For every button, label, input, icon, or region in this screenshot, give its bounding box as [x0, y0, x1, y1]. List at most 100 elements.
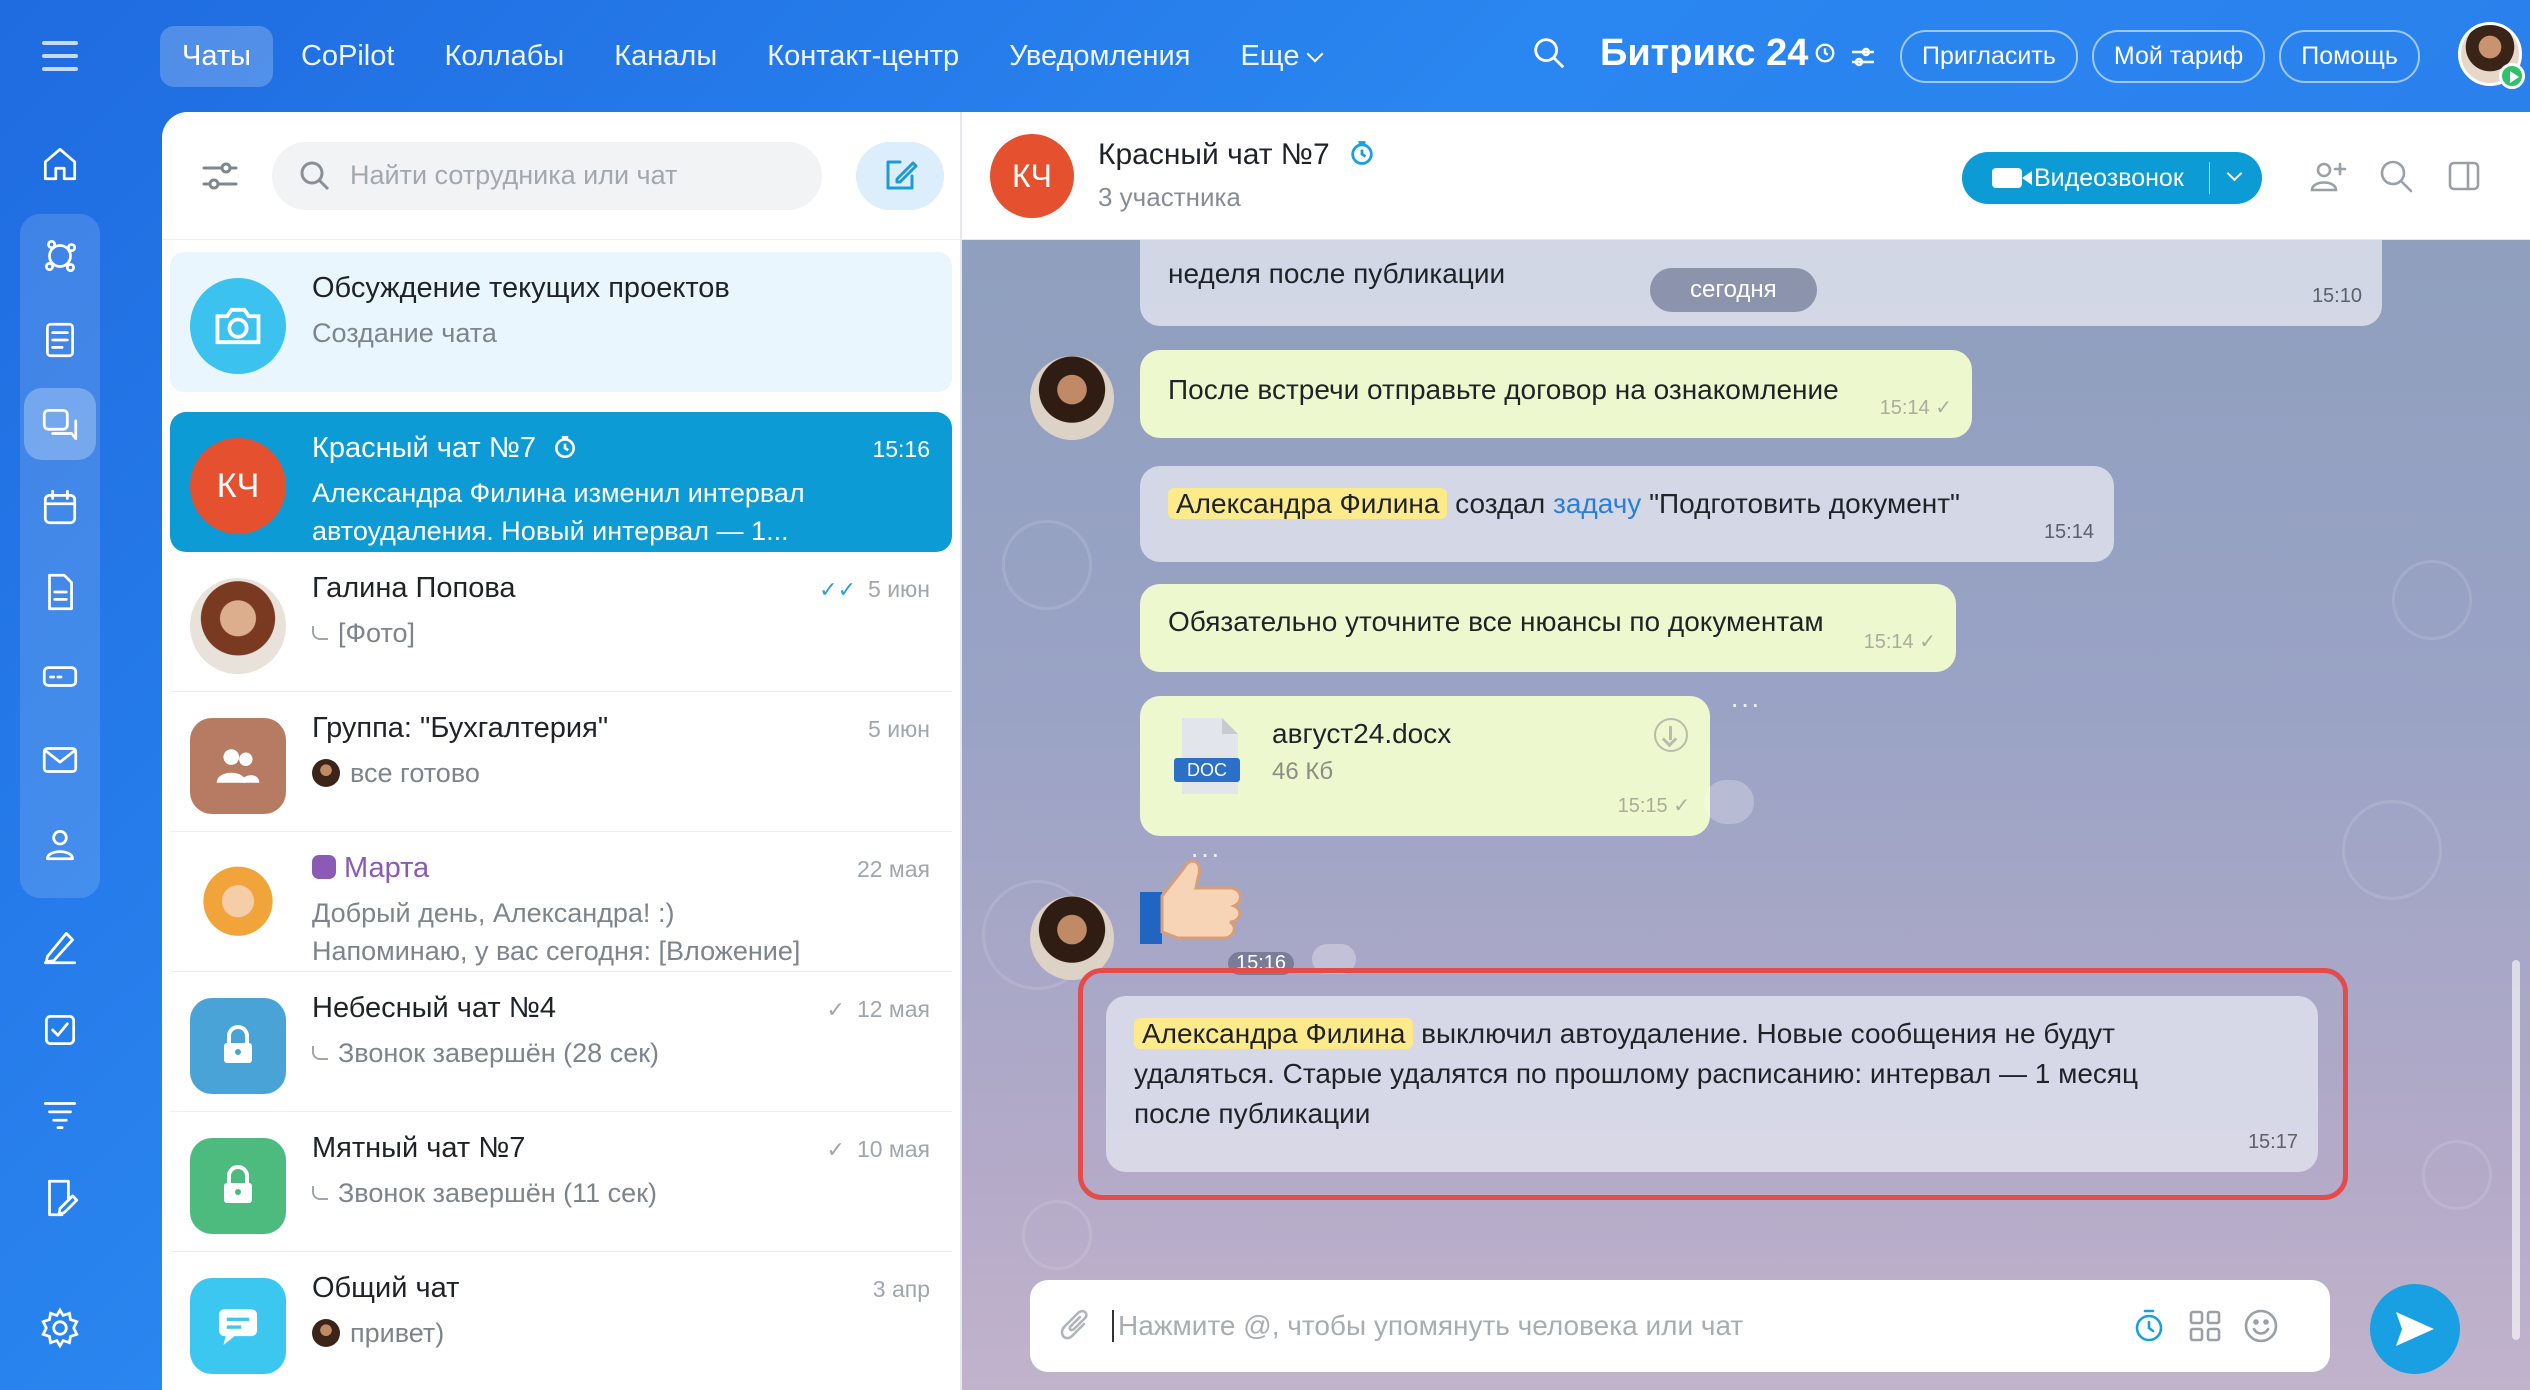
chat-time: 22 мая: [856, 856, 930, 882]
docs-icon[interactable]: [24, 556, 96, 628]
chat-preview: Александра Филина изменил интервал автоу…: [312, 474, 805, 550]
grid-icon[interactable]: [2186, 1307, 2224, 1345]
task-link[interactable]: задачу: [1553, 488, 1641, 519]
filter-icon[interactable]: [198, 154, 242, 198]
tab-more[interactable]: Еще: [1218, 26, 1343, 87]
list-item[interactable]: КЧ Красный чат №7 15:16 Александра Филин…: [170, 412, 952, 552]
system-message[interactable]: Александра Филина создал задачу "Подгото…: [1140, 466, 2114, 562]
document-icon: DOC: [1174, 718, 1240, 794]
main-panel: Обсуждение текущих проектов Создание чат…: [162, 112, 2530, 1390]
scrollbar[interactable]: [2512, 960, 2520, 1340]
list-item[interactable]: Небесный чат №4 ✓ 12 мая Звонок завершён …: [170, 972, 952, 1112]
camera-icon: [190, 278, 286, 374]
chat-preview-line: автоудаления. Новый интервал — 1...: [312, 516, 789, 546]
list-item[interactable]: Обсуждение текущих проектов Создание чат…: [170, 252, 952, 392]
avatar: [312, 758, 340, 787]
paperclip-icon[interactable]: [1056, 1308, 1092, 1344]
list-item[interactable]: Марта 22 мая Добрый день, Александра! :)…: [170, 832, 952, 972]
list-item[interactable]: Мятный чат №7 ✓ 10 мая Звонок завершён (1…: [170, 1112, 952, 1252]
tab-copilot[interactable]: CoPilot: [279, 26, 417, 87]
video-camera-icon: [1992, 168, 2032, 188]
tab-notifications[interactable]: Уведомления: [987, 26, 1212, 87]
compose-button[interactable]: [856, 141, 944, 210]
invite-button[interactable]: Пригласить: [1900, 30, 2078, 83]
chevron-down-icon[interactable]: [2226, 165, 2243, 182]
tab-channels[interactable]: Каналы: [592, 26, 739, 87]
tab-contact-center[interactable]: Контакт-центр: [745, 26, 981, 87]
tune-icon[interactable]: [1848, 39, 1878, 69]
list-item[interactable]: Галина Попова ✓✓ 5 июн [Фото]: [170, 552, 952, 692]
download-icon[interactable]: [1654, 718, 1688, 752]
ai-icon[interactable]: [24, 220, 96, 292]
search-input[interactable]: [350, 160, 790, 191]
file-size: 46 Кб: [1272, 758, 1334, 785]
more-icon[interactable]: ···: [1730, 688, 1761, 720]
mail-icon[interactable]: [24, 724, 96, 796]
tab-chats[interactable]: Чаты: [160, 25, 273, 87]
video-call-button[interactable]: Видеозвонок: [1962, 152, 2262, 204]
feed-icon[interactable]: [24, 304, 96, 376]
message-bubble[interactable]: После встречи отправьте договор на ознак…: [1140, 350, 1972, 438]
chat-icon[interactable]: [24, 388, 96, 460]
check-icon: ✓: [826, 1137, 845, 1162]
reply-icon: [312, 1046, 328, 1060]
chat-time: ✓ 12 мая: [827, 996, 930, 1023]
chat-bubble-icon: [190, 1278, 286, 1374]
list-item[interactable]: Группа: "Бухгалтерия" 5 июн все готово: [170, 692, 952, 832]
form-icon[interactable]: [24, 1162, 96, 1234]
settings-icon[interactable]: [24, 1292, 96, 1364]
list-item[interactable]: Общий чат 3 апр привет): [170, 1252, 952, 1390]
search-icon[interactable]: [1530, 34, 1574, 78]
reply-icon: [312, 1186, 328, 1200]
timer-icon[interactable]: [2130, 1307, 2168, 1345]
chat-preview: [Фото]: [312, 614, 415, 652]
send-button[interactable]: [2370, 1284, 2460, 1374]
message-text: неделя после публикации: [1168, 258, 1506, 289]
chat-preview-line: Напоминаю, у вас сегодня: [Вложение]: [312, 936, 801, 966]
video-call-label: Видеозвонок: [2034, 163, 2184, 192]
home-icon[interactable]: [24, 128, 96, 200]
message-time-text: 15:14: [1863, 631, 1914, 653]
avatar[interactable]: КЧ: [990, 134, 1074, 218]
menu-icon[interactable]: [30, 34, 90, 78]
message-text-part: "Подготовить документ": [1649, 488, 1960, 519]
search-field: [272, 141, 822, 210]
message-input[interactable]: [1112, 1310, 2112, 1342]
reaction-button[interactable]: [1704, 780, 1754, 824]
sidebar-toggle-icon[interactable]: [2444, 156, 2484, 196]
drive-icon[interactable]: [24, 640, 96, 712]
timer-icon[interactable]: [1348, 139, 1376, 167]
tab-collabs[interactable]: Коллабы: [422, 26, 586, 87]
chat-preview-line: Добрый день, Александра! :): [312, 898, 675, 928]
user-mention[interactable]: Александра Филина: [1168, 488, 1448, 519]
brand-logo[interactable]: Битрикс 24: [1600, 32, 1878, 75]
chat-title[interactable]: Красный чат №7: [1098, 138, 1376, 172]
filter-icon[interactable]: [24, 1078, 96, 1150]
chat-name-text: Марта: [344, 852, 430, 884]
message-text: Обязательно уточните все нюансы по докум…: [1168, 606, 1824, 637]
calendar-icon[interactable]: [24, 472, 96, 544]
add-user-icon[interactable]: [2308, 156, 2348, 196]
file-name[interactable]: август24.docx: [1272, 714, 1451, 754]
chat-preview: Звонок завершён (28 сек): [312, 1034, 659, 1072]
thumbs-up-sticker[interactable]: [1138, 850, 1248, 950]
emoji-icon[interactable]: [2242, 1307, 2280, 1345]
user-avatar[interactable]: [2458, 22, 2525, 89]
date-divider: сегодня: [1650, 268, 1817, 312]
members-count[interactable]: 3 участника: [1098, 182, 1241, 213]
message-time-text: 15:14: [1879, 397, 1930, 419]
double-check-icon: ✓✓: [819, 577, 857, 602]
file-ext-label: DOC: [1187, 760, 1227, 780]
tasks-icon[interactable]: [24, 994, 96, 1066]
file-message[interactable]: DOC август24.docx 46 Кб 15:15 ✓: [1140, 696, 1710, 836]
sign-icon[interactable]: [24, 910, 96, 982]
message-bubble[interactable]: Обязательно уточните все нюансы по докум…: [1140, 584, 1956, 672]
help-button[interactable]: Помощь: [2279, 30, 2420, 83]
highlight-frame: [1078, 968, 2348, 1200]
users-icon[interactable]: [24, 808, 96, 880]
chat-preview: Создание чата: [312, 318, 497, 348]
tariff-button[interactable]: Мой тариф: [2091, 30, 2266, 83]
avatar[interactable]: [1030, 356, 1114, 440]
message-time-text: 15:15: [1617, 795, 1668, 817]
search-icon[interactable]: [2376, 156, 2416, 196]
